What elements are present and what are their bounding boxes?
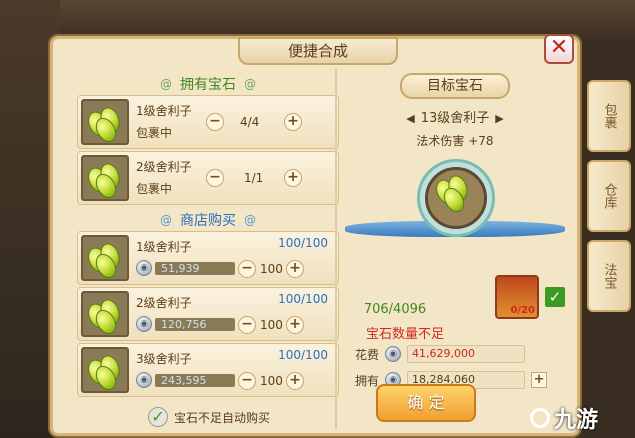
checkmark-icon[interactable]: ✓ (148, 407, 168, 427)
panel-title: 便捷合成 (238, 37, 398, 65)
auto-buy-label: 宝石不足自动购买 (174, 410, 271, 425)
price-value: 120,756 (155, 317, 235, 331)
buy-qty: 100 (260, 374, 283, 388)
gem-price: ◉ 243,595 (136, 372, 235, 388)
own-label: 拥有 (355, 373, 380, 388)
gem-icon (81, 155, 129, 202)
silver-coin-icon: ◉ (136, 260, 152, 276)
gem-icon (81, 235, 129, 282)
shop-section-header: @ 商店购买 @ (77, 209, 339, 231)
owned-qty: 1/1 (244, 171, 264, 185)
add-currency-button[interactable]: + (531, 372, 548, 388)
gem-name: 2级舍利子 (136, 296, 192, 310)
gem-progress: 706/4096 (363, 302, 427, 317)
increase-button[interactable]: + (286, 316, 304, 334)
gem-stock: 100/100 (278, 348, 328, 362)
watermark-logo-icon (530, 408, 550, 428)
insufficient-warning: 宝石数量不足 (365, 327, 444, 342)
increase-button[interactable]: + (284, 113, 302, 131)
target-effect: 法术伤害 +78 (416, 134, 494, 148)
tab-treasure[interactable]: 法宝 (587, 240, 631, 312)
checkmark-icon[interactable]: ✓ (545, 287, 565, 307)
background-top (0, 0, 635, 40)
gem-stock: 100/100 (278, 292, 328, 306)
cost-label: 花费 (355, 347, 380, 362)
price-value: 243,595 (155, 373, 235, 387)
left-column: @ 拥有宝石 @ 1级舍利子 包裹中 − 4/4 + 2级舍利子 包裹中 − 1… (77, 73, 339, 399)
column-divider (335, 69, 337, 429)
cost-row: 花费 ◉ 41,629,000 (355, 345, 526, 363)
arrow-right-icon[interactable]: ▶ (495, 112, 503, 125)
auto-buy-option[interactable]: ✓ 宝石不足自动购买 (148, 407, 270, 427)
synthesis-panel: 便捷合成 @ 拥有宝石 @ 1级舍利子 包裹中 − 4/4 + 2级舍利子 包裹… (50, 36, 580, 436)
gem-name: 2级舍利子 (136, 160, 192, 174)
swirl-icon: @ (244, 213, 256, 227)
shop-row: 1级舍利子 100/100 ◉ 51,939 − 100 + (77, 231, 339, 285)
increase-button[interactable]: + (284, 169, 302, 187)
gem-icon (81, 99, 129, 146)
buy-qty: 100 (260, 318, 283, 332)
increase-button[interactable]: + (286, 260, 304, 278)
tab-bag[interactable]: 包裹 (587, 80, 631, 152)
watermark-text: 九游 (554, 408, 599, 433)
target-level: 13级舍利子 (420, 111, 490, 126)
tab-warehouse[interactable]: 仓库 (587, 160, 631, 232)
gem-icon (81, 291, 129, 338)
decrease-button[interactable]: − (238, 372, 256, 390)
material-item-icon[interactable]: 0/20 (495, 275, 539, 319)
owned-row: 1级舍利子 包裹中 − 4/4 + (77, 95, 339, 149)
gem-name: 1级舍利子 (136, 104, 192, 118)
owned-row: 2级舍利子 包裹中 − 1/1 + (77, 151, 339, 205)
gem-stock: 100/100 (278, 236, 328, 250)
decrease-button[interactable]: − (206, 169, 224, 187)
item-count: 0/20 (510, 305, 535, 316)
owned-section-header: @ 拥有宝石 @ (77, 73, 339, 95)
swirl-icon: @ (160, 77, 172, 91)
silver-coin-icon: ◉ (136, 316, 152, 332)
buy-qty: 100 (260, 262, 283, 276)
silver-coin-icon: ◉ (136, 372, 152, 388)
shop-section-label: 商店购买 (180, 213, 236, 229)
gem-price: ◉ 51,939 (136, 260, 235, 276)
gem-location: 包裹中 (136, 126, 173, 140)
level-selector: ◀ 13级舍利子 ▶ (345, 107, 565, 126)
shop-row: 3级舍利子 100/100 ◉ 243,595 − 100 + (77, 343, 339, 397)
watermark: 九游 (530, 402, 598, 434)
cost-value: 41,629,000 (407, 345, 526, 363)
close-button[interactable]: ✕ (544, 34, 574, 64)
side-tabs: 包裹 仓库 法宝 (587, 80, 635, 320)
gem-name: 1级舍利子 (136, 240, 192, 254)
decrease-button[interactable]: − (206, 113, 224, 131)
gem-price: ◉ 120,756 (136, 316, 235, 332)
decrease-button[interactable]: − (238, 316, 256, 334)
gem-name: 3级舍利子 (136, 352, 192, 366)
price-value: 51,939 (155, 261, 235, 275)
owned-qty: 4/4 (240, 115, 260, 129)
target-title: 目标宝石 (400, 73, 510, 99)
shop-row: 2级舍利子 100/100 ◉ 120,756 − 100 + (77, 287, 339, 341)
owned-section-label: 拥有宝石 (180, 77, 236, 93)
swirl-icon: @ (160, 213, 172, 227)
decrease-button[interactable]: − (238, 260, 256, 278)
arrow-left-icon[interactable]: ◀ (406, 112, 414, 125)
silver-coin-icon: ◉ (385, 346, 402, 362)
right-column: 目标宝石 ◀ 13级舍利子 ▶ 法术伤害 +78 (345, 73, 565, 267)
swirl-icon: @ (244, 77, 256, 91)
gem-location: 包裹中 (136, 182, 173, 196)
confirm-button[interactable]: 确 定 (376, 384, 476, 422)
target-gem-display (345, 157, 565, 267)
increase-button[interactable]: + (286, 372, 304, 390)
gem-icon (81, 347, 129, 394)
